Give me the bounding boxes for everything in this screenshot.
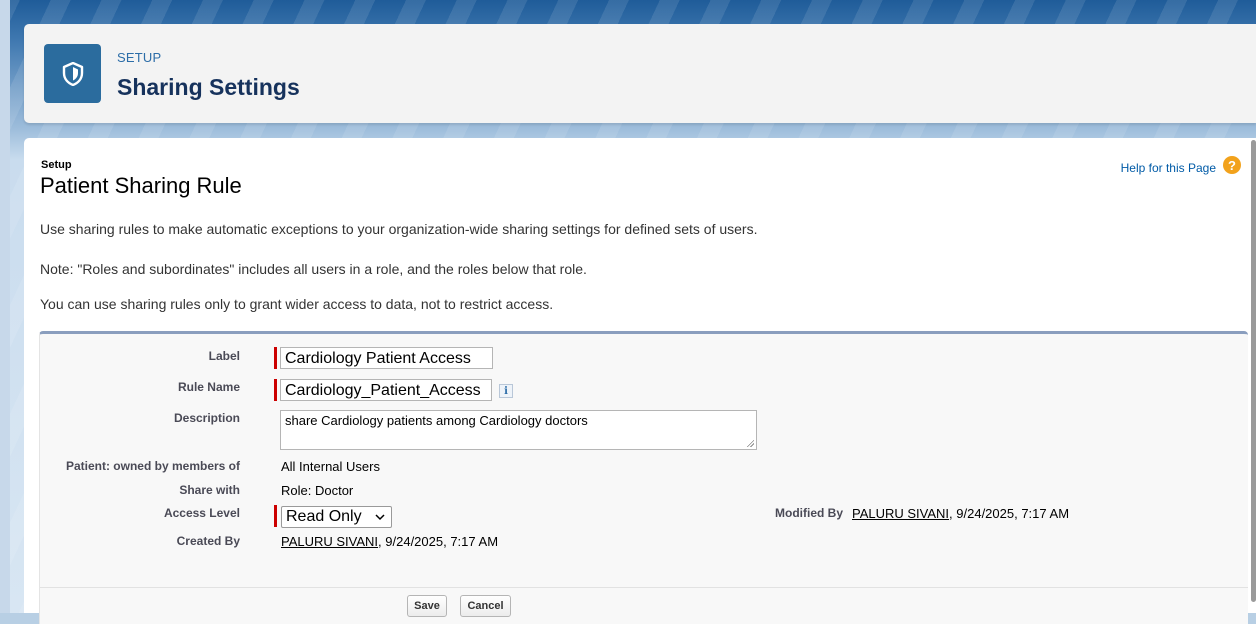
description-textarea[interactable]: share Cardiology patients among Cardiolo…	[280, 410, 757, 450]
created-by-user-link[interactable]: PALURU SIVANI	[281, 534, 378, 549]
page-title: Patient Sharing Rule	[40, 173, 242, 198]
required-indicator	[274, 347, 277, 369]
restriction-paragraph: You can use sharing rules only to grant …	[40, 296, 554, 312]
cancel-button[interactable]: Cancel	[460, 595, 511, 617]
created-by-value: PALURU SIVANI, 9/24/2025, 7:17 AM	[281, 534, 498, 549]
header-title: Sharing Settings	[117, 74, 300, 100]
required-indicator	[274, 505, 277, 527]
rule-name-input[interactable]: Cardiology_Patient_Access	[280, 379, 492, 401]
header-eyebrow: SETUP	[117, 50, 162, 65]
help-link[interactable]: Help for this Page	[1121, 161, 1216, 175]
modified-by-field-label: Modified By	[775, 506, 843, 520]
modified-by-user-link[interactable]: PALURU SIVANI	[852, 506, 949, 521]
modified-by-value: PALURU SIVANI, 9/24/2025, 7:17 AM	[852, 506, 1069, 521]
vertical-scrollbar[interactable]	[1251, 140, 1256, 602]
setup-header: SETUP Sharing Settings	[24, 24, 1256, 123]
share-with-field-label: Share with	[179, 483, 240, 497]
modified-by-date: , 9/24/2025, 7:17 AM	[949, 506, 1070, 521]
access-level-field-label: Access Level	[163, 506, 240, 520]
left-edge	[0, 0, 10, 613]
breadcrumb: Setup	[41, 159, 72, 171]
shield-icon	[44, 44, 101, 103]
rule-name-field-label: Rule Name	[177, 380, 240, 394]
save-button[interactable]: Save	[407, 595, 447, 617]
main-content: Setup Patient Sharing Rule Help for this…	[24, 138, 1256, 624]
note-paragraph: Note: "Roles and subordinates" includes …	[40, 261, 587, 277]
required-indicator	[274, 379, 277, 401]
owned-by-value: All Internal Users	[281, 459, 380, 474]
description-text: share Cardiology patients among Cardiolo…	[285, 413, 588, 428]
rule-detail-panel: Label Cardiology Patient Access Rule Nam…	[39, 331, 1248, 624]
help-icon[interactable]: ?	[1223, 156, 1241, 174]
share-with-value: Role: Doctor	[281, 483, 354, 498]
label-field-label: Label	[208, 349, 240, 363]
access-level-select[interactable]: Read Only	[281, 506, 392, 528]
owned-by-field-label: Patient: owned by members of	[65, 459, 240, 473]
created-by-date: , 9/24/2025, 7:17 AM	[378, 534, 499, 549]
divider	[40, 587, 1248, 588]
created-by-field-label: Created By	[176, 534, 240, 548]
resize-handle-icon[interactable]	[746, 439, 754, 447]
label-input[interactable]: Cardiology Patient Access	[280, 347, 493, 369]
description-field-label: Description	[173, 411, 240, 425]
chevron-down-icon	[375, 514, 385, 521]
intro-paragraph: Use sharing rules to make automatic exce…	[40, 221, 758, 237]
access-level-selected: Read Only	[286, 508, 362, 525]
info-icon[interactable]: i	[499, 384, 513, 398]
